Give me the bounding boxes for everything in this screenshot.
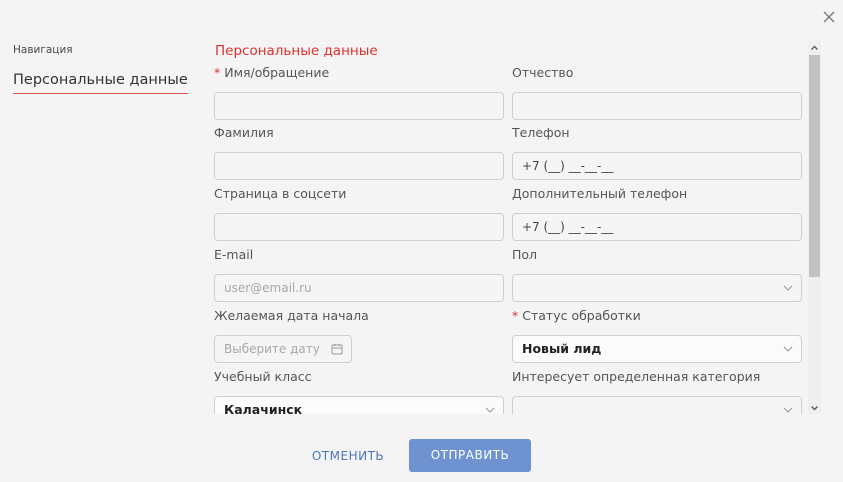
field-category: Интересует определенная категория xyxy=(512,368,802,414)
scroll-up-button[interactable] xyxy=(808,40,821,54)
field-patronymic: Отчество xyxy=(512,64,802,120)
phone-input[interactable]: +7 (__) __-__-__ xyxy=(512,152,802,180)
field-phone: Телефон +7 (__) __-__-__ xyxy=(512,124,802,180)
patronymic-input[interactable] xyxy=(512,92,802,120)
name-input[interactable] xyxy=(214,92,504,120)
nav-caption: Навигация xyxy=(13,44,73,56)
field-surname: Фамилия xyxy=(214,124,504,180)
field-name: * Имя/обращение xyxy=(214,64,504,120)
social-label: Страница в соцсети xyxy=(214,186,347,201)
calendar-icon xyxy=(331,344,343,355)
chevron-down-icon xyxy=(783,407,793,413)
field-social: Страница в соцсети xyxy=(214,185,504,241)
required-mark: * xyxy=(214,65,221,80)
close-icon xyxy=(823,11,835,23)
gender-label: Пол xyxy=(512,247,538,262)
arrow-down-icon xyxy=(811,406,818,411)
name-label: Имя/обращение xyxy=(224,65,330,80)
chevron-down-icon xyxy=(783,285,793,291)
social-input[interactable] xyxy=(214,213,504,241)
field-email: E-mail user@email.ru xyxy=(214,246,504,302)
email-input[interactable]: user@email.ru xyxy=(214,274,504,302)
gender-select[interactable] xyxy=(512,274,802,302)
scroll-down-button[interactable] xyxy=(808,400,821,414)
field-classroom: Учебный класс Калачинск xyxy=(214,368,504,414)
required-mark: * xyxy=(512,308,519,323)
category-label: Интересует определенная категория xyxy=(512,369,761,384)
field-start-date: Желаемая дата начала Выберите дату xyxy=(214,307,504,363)
phone-label: Телефон xyxy=(512,125,570,140)
section-title: Персональные данные xyxy=(215,43,378,59)
field-gender: Пол xyxy=(512,246,802,302)
start-date-placeholder: Выберите дату xyxy=(224,342,320,356)
status-select[interactable]: Новый лид xyxy=(512,335,802,363)
email-label: E-mail xyxy=(214,247,254,262)
form-scrollbar[interactable] xyxy=(808,40,821,414)
extra-phone-input[interactable]: +7 (__) __-__-__ xyxy=(512,213,802,241)
classroom-value: Калачинск xyxy=(224,402,303,414)
arrow-up-icon xyxy=(811,45,818,50)
surname-input[interactable] xyxy=(214,152,504,180)
classroom-select[interactable]: Калачинск xyxy=(214,396,504,414)
form-area: Персональные данные * Имя/обращение Отчес… xyxy=(205,40,822,414)
category-select[interactable] xyxy=(512,396,802,414)
status-value: Новый лид xyxy=(522,341,602,356)
cancel-button[interactable]: ОТМЕНИТЬ xyxy=(304,440,392,472)
chevron-down-icon xyxy=(783,346,793,352)
surname-label: Фамилия xyxy=(214,125,274,140)
submit-button[interactable]: ОТПРАВИТЬ xyxy=(409,439,531,472)
close-button[interactable] xyxy=(818,6,840,28)
start-date-label: Желаемая дата начала xyxy=(214,308,369,323)
status-label: Статус обработки xyxy=(522,308,641,323)
nav-item-personal-data[interactable]: Персональные данные xyxy=(13,72,188,94)
start-date-picker[interactable]: Выберите дату xyxy=(214,335,352,363)
patronymic-label: Отчество xyxy=(512,65,574,80)
chevron-down-icon xyxy=(485,407,495,413)
scroll-thumb[interactable] xyxy=(809,55,820,277)
field-extra-phone: Дополнительный телефон +7 (__) __-__-__ xyxy=(512,185,802,241)
extra-phone-label: Дополнительный телефон xyxy=(512,186,688,201)
classroom-label: Учебный класс xyxy=(214,369,312,384)
field-status: * Статус обработки Новый лид xyxy=(512,307,802,363)
